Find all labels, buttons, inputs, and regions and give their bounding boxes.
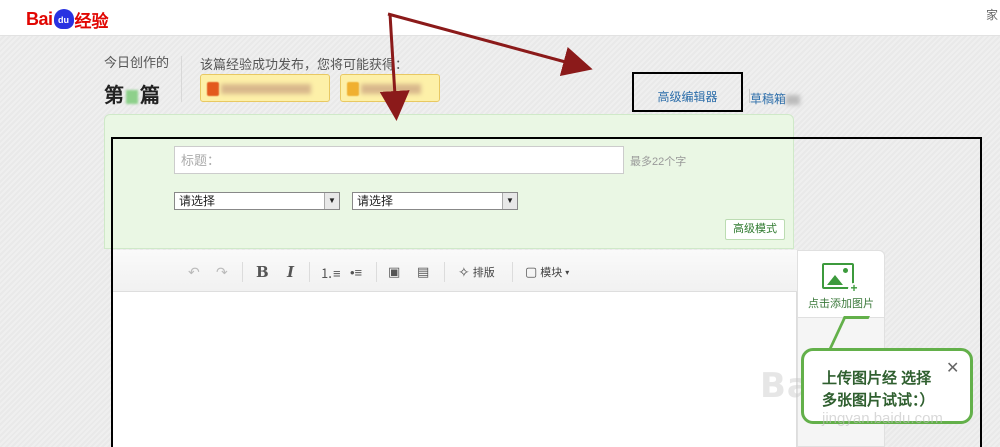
tab-drafts-label: 草稿箱 (750, 92, 787, 106)
reward-badge-2 (340, 74, 440, 102)
magic-wand-icon: ✧ (458, 263, 470, 280)
category-select-2-value: 请选择 (357, 194, 394, 208)
tab-advanced-editor[interactable]: 高级编辑器 (632, 72, 743, 112)
logo-text-bai: Bai (26, 8, 53, 29)
blurred-reward-text (361, 84, 421, 94)
header-divider (181, 56, 182, 102)
today-count: 第篇 (104, 79, 169, 108)
layout-label: 排版 (472, 267, 495, 279)
advanced-mode-button[interactable]: 高级模式 (725, 219, 785, 240)
toolbar-separator (242, 262, 243, 282)
redo-icon[interactable]: ↷ (216, 262, 228, 282)
insert-video-icon[interactable]: ▤ (417, 262, 429, 282)
module-icon: ▢ (525, 264, 538, 279)
reward-text: 该篇经验成功发布，您将可能获得： (200, 57, 409, 72)
layout-button[interactable]: ✧ 排版 (458, 262, 495, 282)
unordered-list-icon[interactable]: •≡ (350, 262, 362, 282)
tab-drafts[interactable]: 草稿箱 (750, 90, 801, 107)
baidu-jingyan-logo[interactable]: Bai du 经验 (26, 8, 109, 31)
tooltip-text-line2: 多张图片试试：） (822, 392, 935, 409)
today-count-suffix: 篇 (140, 83, 160, 107)
editor-toolbar (112, 250, 797, 292)
blurred-count (126, 89, 138, 104)
title-input[interactable] (174, 146, 624, 174)
reward-badge-1 (200, 74, 330, 102)
sun-shape (843, 268, 848, 273)
chevron-down-icon: ▼ (324, 193, 339, 209)
toolbar-separator (444, 262, 445, 282)
plus-icon: + (848, 282, 860, 295)
topbar-edge-text[interactable]: 家 (986, 6, 998, 23)
logo-text-jingyan: 经验 (74, 11, 109, 31)
today-count-prefix: 第 (104, 83, 124, 107)
today-label: 今日创作的 (104, 55, 170, 70)
bold-button[interactable]: B (256, 262, 269, 282)
image-upload-icon: + (822, 263, 860, 295)
category-select-2[interactable]: 请选择 ▼ (352, 192, 518, 210)
chevron-down-icon: ▼ (502, 193, 517, 209)
ordered-list-icon[interactable]: ⒈≡ (320, 262, 341, 282)
blurred-reward-text (221, 84, 311, 94)
tooltip-text: 上传图片经 选择 多张图片试试：） (822, 368, 952, 412)
blurred-draft-count (786, 94, 801, 105)
toolbar-separator (376, 262, 377, 282)
watermark-url: jingyan.baidu.com (822, 410, 943, 427)
add-image-label: 点击添加图片 (808, 298, 874, 310)
insert-image-icon[interactable]: ▣ (388, 262, 400, 282)
close-icon[interactable]: ✕ (946, 358, 959, 378)
article-meta-panel (104, 114, 794, 249)
undo-icon[interactable]: ↶ (188, 262, 200, 282)
gift-icon (207, 82, 219, 96)
module-button[interactable]: ▢ 模块 ▾ (525, 262, 569, 282)
coin-icon (347, 82, 359, 96)
caret-down-icon: ▾ (565, 267, 570, 277)
top-bar: Bai du 经验 家 (0, 0, 1000, 36)
mountain-shape (827, 275, 843, 285)
category-select-1-value: 请选择 (179, 194, 216, 208)
module-label: 模块 (540, 267, 563, 279)
toolbar-separator (309, 262, 310, 282)
today-creation: 今日创作的 第篇 (104, 52, 169, 108)
logo-paw-icon: du (53, 9, 74, 29)
italic-button[interactable]: I (287, 262, 294, 282)
toolbar-separator (512, 262, 513, 282)
title-hint: 最多22个字 (630, 156, 687, 168)
category-select-1[interactable]: 请选择 ▼ (174, 192, 340, 210)
tooltip-text-line1: 上传图片经 选择 (822, 370, 932, 387)
